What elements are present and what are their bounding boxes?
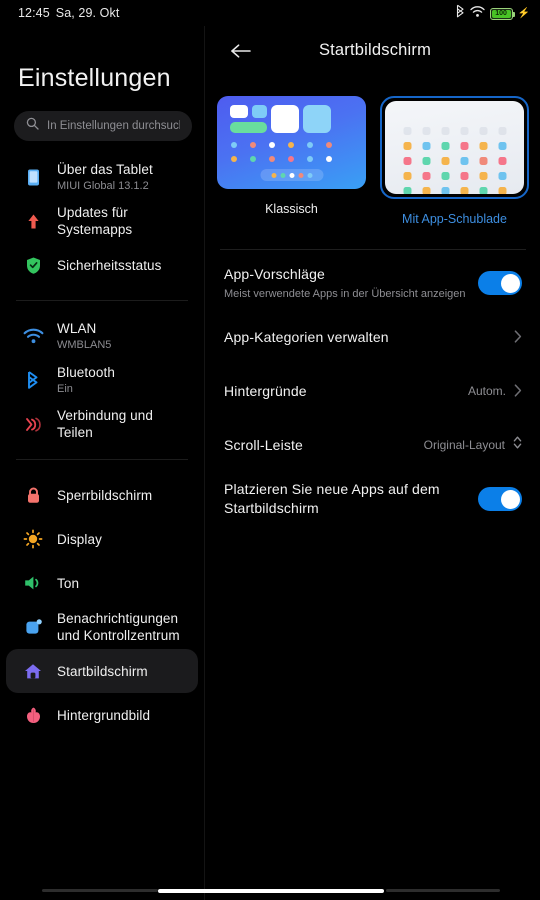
sidebar-item-lockscreen[interactable]: Sperrbildschirm xyxy=(6,473,198,517)
setting-title: Platzieren Sie neue Apps auf dem Startbi… xyxy=(224,481,440,516)
speaker-icon xyxy=(20,570,46,596)
setting-row-app-suggestions[interactable]: App-Vorschläge Meist verwendete Apps in … xyxy=(206,256,540,310)
battery-level: 100 xyxy=(495,10,507,17)
layout-option-app-drawer[interactable]: Mit App-Schublade xyxy=(380,96,529,226)
detail-header: Startbildschirm xyxy=(206,26,540,74)
sidebar-item-system-app-updates[interactable]: Updates für Systemapps xyxy=(6,199,198,243)
share-connection-icon xyxy=(20,411,46,437)
shield-check-icon xyxy=(20,252,46,278)
setting-row-place-new-apps[interactable]: Platzieren Sie neue Apps auf dem Startbi… xyxy=(206,472,540,526)
app-drawer-preview[interactable] xyxy=(385,101,524,194)
chevron-right-icon xyxy=(514,383,522,399)
charging-bolt-icon: ⚡ xyxy=(517,7,530,19)
sidebar-item-label: Updates für Systemapps xyxy=(57,205,133,237)
sidebar-item-security-status[interactable]: Sicherheitsstatus xyxy=(6,243,198,287)
sidebar-item-sublabel: WMBLAN5 xyxy=(57,338,112,351)
status-date: Sa, 29. Okt xyxy=(55,6,120,20)
setting-title: App-Vorschläge xyxy=(224,265,325,282)
home-gesture-pill[interactable] xyxy=(158,889,384,893)
status-clock-date: 12:45 Sa, 29. Okt xyxy=(18,6,119,20)
setting-value: Original-Layout xyxy=(423,438,505,452)
status-time: 12:45 xyxy=(18,6,50,20)
gesture-bar-left-track xyxy=(42,889,158,892)
sidebar-divider xyxy=(16,459,188,460)
battery-icon: 100 xyxy=(489,7,515,20)
sidebar-item-label: Bluetooth xyxy=(57,364,115,380)
search-input[interactable]: In Einstellungen durchsuchen xyxy=(14,111,192,141)
setting-row-backgrounds[interactable]: Hintergründe Autom. xyxy=(206,364,540,418)
sidebar-item-wlan[interactable]: WLAN WMBLAN5 xyxy=(6,314,198,358)
chevron-updown-icon[interactable] xyxy=(513,435,522,455)
lock-icon xyxy=(20,482,46,508)
search-icon xyxy=(26,117,39,135)
sidebar-item-label: Startbildschirm xyxy=(57,663,148,679)
sidebar-item-home-screen[interactable]: Startbildschirm xyxy=(6,649,198,693)
sidebar-item-wallpaper[interactable]: Hintergrundbild xyxy=(6,693,198,737)
sidebar-item-display[interactable]: Display xyxy=(6,517,198,561)
sidebar-item-label: Über das Tablet xyxy=(57,161,153,177)
sidebar-item-label: Benachrichtigungen und Kontrollzentrum xyxy=(57,611,180,643)
wifi-icon xyxy=(469,5,485,23)
home-screen-settings-panel: Startbildschirm Klassisch Mit App-Schubl… xyxy=(206,26,540,900)
settings-sidebar[interactable]: Einstellungen In Einstellungen durchsuch… xyxy=(0,26,205,900)
setting-value: Autom. xyxy=(467,384,506,398)
settings-screen: 12:45 Sa, 29. Okt 100 ⚡ Einstellungen In … xyxy=(0,0,540,900)
sidebar-item-connection-sharing[interactable]: Verbindung und Teilen xyxy=(6,402,198,446)
layout-option-classic[interactable]: Klassisch xyxy=(217,96,366,226)
place-new-apps-toggle[interactable] xyxy=(478,487,522,511)
layout-option-list: Klassisch Mit App-Schublade xyxy=(206,96,540,226)
sidebar-item-label: Sicherheitsstatus xyxy=(57,257,162,273)
setting-row-scroll-bar[interactable]: Scroll-Leiste Original-Layout xyxy=(206,418,540,472)
sidebar-item-sublabel: Ein xyxy=(57,382,73,395)
bluetooth-icon xyxy=(456,4,465,23)
sidebar-item-label: Ton xyxy=(57,575,80,591)
page-title: Einstellungen xyxy=(18,64,171,92)
sidebar-divider xyxy=(16,300,188,301)
sidebar-item-label: Hintergrundbild xyxy=(57,707,151,723)
setting-title: App-Kategorien verwalten xyxy=(224,328,389,345)
sidebar-group-personalization: Sperrbildschirm Display Ton Benachrichti… xyxy=(0,473,204,737)
status-bar: 12:45 Sa, 29. Okt 100 ⚡ xyxy=(0,0,540,26)
section-divider xyxy=(220,249,526,250)
sidebar-group-device: Über das Tablet MIUI Global 13.1.2 Updat… xyxy=(0,155,204,287)
setting-title: Hintergründe xyxy=(224,382,307,399)
navigation-gesture-bar[interactable] xyxy=(0,882,540,900)
sidebar-item-label: Display xyxy=(57,531,102,547)
up-arrow-icon xyxy=(20,208,46,234)
back-arrow-icon[interactable] xyxy=(228,38,254,64)
sidebar-item-bluetooth[interactable]: Bluetooth Ein xyxy=(6,358,198,402)
gesture-bar-right-track xyxy=(386,889,500,892)
sidebar-item-label: Verbindung und Teilen xyxy=(57,408,153,440)
search-placeholder: In Einstellungen durchsuchen xyxy=(47,120,180,132)
setting-title: Scroll-Leiste xyxy=(224,436,303,453)
notification-icon xyxy=(20,614,46,640)
bluetooth-icon xyxy=(20,367,46,393)
layout-option-label: Mit App-Schublade xyxy=(402,212,507,226)
chevron-right-icon xyxy=(514,329,522,345)
sidebar-item-sound[interactable]: Ton xyxy=(6,561,198,605)
app-suggestions-toggle[interactable] xyxy=(478,271,522,295)
wifi-icon xyxy=(20,323,46,349)
flower-wallpaper-icon xyxy=(20,702,46,728)
setting-sublabel: Meist verwendete Apps in der Übersicht a… xyxy=(224,287,466,300)
settings-list: App-Vorschläge Meist verwendete Apps in … xyxy=(206,256,540,526)
brightness-sun-icon xyxy=(20,526,46,552)
home-icon xyxy=(20,658,46,684)
tablet-icon xyxy=(20,164,46,190)
layout-option-label: Klassisch xyxy=(265,202,318,216)
sidebar-item-notifications-control-center[interactable]: Benachrichtigungen und Kontrollzentrum xyxy=(6,605,198,649)
sidebar-item-label: WLAN xyxy=(57,320,97,336)
status-icons: 100 ⚡ xyxy=(456,4,530,23)
classic-home-preview[interactable] xyxy=(217,96,366,189)
sidebar-item-sublabel: MIUI Global 13.1.2 xyxy=(57,179,149,192)
sidebar-item-label: Sperrbildschirm xyxy=(57,487,153,503)
sidebar-item-about-tablet[interactable]: Über das Tablet MIUI Global 13.1.2 xyxy=(6,155,198,199)
sidebar-group-connectivity: WLAN WMBLAN5 Bluetooth Ein Verbindung un… xyxy=(0,314,204,446)
detail-title: Startbildschirm xyxy=(318,40,432,59)
setting-row-manage-app-categories[interactable]: App-Kategorien verwalten xyxy=(206,310,540,364)
